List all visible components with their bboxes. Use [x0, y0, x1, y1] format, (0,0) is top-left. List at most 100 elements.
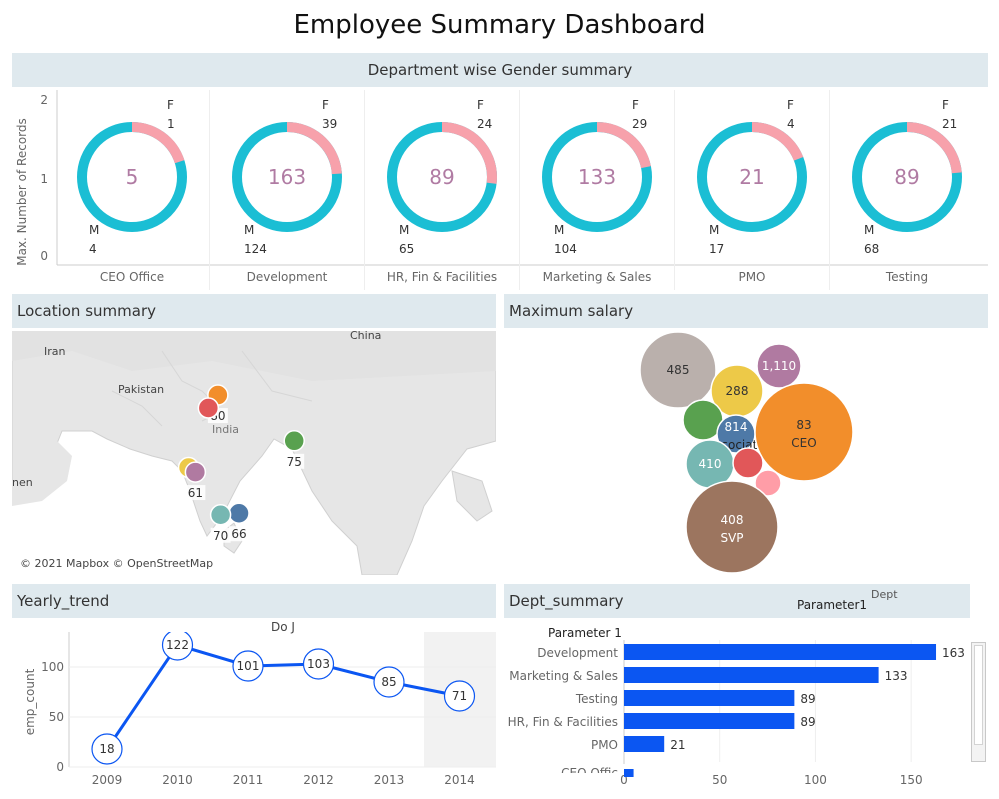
bar[interactable] [624, 713, 795, 729]
bar[interactable] [624, 769, 634, 777]
bar[interactable] [624, 736, 665, 752]
bar-category-label: Testing [575, 692, 618, 706]
map-point[interactable] [197, 397, 220, 419]
bar-value-label: 21 [670, 738, 685, 752]
donut-total: 21 [739, 165, 764, 189]
yearly-y-axis-label: emp_count [23, 668, 37, 735]
dept-dept-title: Dept [871, 588, 898, 601]
map-point-label: 61 [188, 486, 203, 500]
donut-f-label: F [477, 98, 484, 112]
line-series-path [105, 643, 460, 750]
dept-scrollbar-thumb[interactable] [974, 645, 983, 745]
donut-category-label: Development [247, 270, 328, 284]
salary-bubble-name: CEO [791, 436, 816, 450]
donut-total: 133 [578, 165, 616, 189]
donut-f-label: F [632, 98, 639, 112]
bar-category-label: PMO [591, 738, 618, 752]
gender-y-axis-label: Max. Number of Records [15, 118, 29, 266]
salary-bubble-value: 485 [667, 363, 690, 377]
dept-bar-chart: 0 50 100 150 Development 163Marketing & Sale… [508, 640, 965, 787]
donut-total: 5 [126, 165, 139, 189]
bar-value-label: 133 [885, 669, 908, 683]
bar-value-label: 89 [800, 715, 815, 729]
map-point[interactable] [228, 502, 250, 524]
salary-bubble-value: 814 [725, 420, 748, 434]
donut-category-label: PMO [738, 270, 765, 284]
page-title: Employee Summary Dashboard [293, 10, 706, 40]
donut-total: 89 [894, 165, 919, 189]
salary-bubble-value: 408 [721, 513, 744, 527]
salary-bubble[interactable] [754, 382, 854, 482]
donut-m-label: M [244, 223, 254, 237]
map-point[interactable] [184, 461, 207, 483]
donut-f-value: 29 [632, 117, 647, 131]
bar[interactable] [624, 690, 795, 706]
map-attribution: © 2021 Mapbox © OpenStreetMap [20, 557, 214, 570]
donut-category-label: CEO Office [100, 270, 164, 284]
donut-m-value: 104 [554, 242, 577, 256]
gender-section-header: Department wise Gender summary [12, 53, 988, 87]
salary-bubble-value: 288 [726, 384, 749, 398]
line-y-tick: 100 [41, 660, 64, 674]
salary-bubble-value: 410 [699, 457, 722, 471]
dept-parameter-label: Parameter 1 [548, 626, 622, 640]
map-point-label: 66 [231, 527, 246, 541]
bar-value-label: 89 [800, 692, 815, 706]
donut-m-value: 4 [89, 242, 97, 256]
bar-category-label: CEO Offic [561, 766, 618, 780]
donut-category-label: Marketing & Sales [543, 270, 652, 284]
dept-scrollbar[interactable] [971, 642, 986, 762]
line-point-label: 18 [99, 742, 114, 756]
dept-section-header: Dept_summary [504, 584, 970, 618]
donut-f-label: F [322, 98, 329, 112]
bar-category-label: HR, Fin & Facilities [508, 715, 618, 729]
line-point-label: 85 [381, 675, 396, 689]
gender-donut-chart: Max. Number of Records 2 1 0 5F1M4CEO Of… [15, 90, 988, 290]
yearly-line-chart: emp_count 0 50 100 2009 2010 2011 2012 2013 2014… [23, 632, 496, 787]
line-x-tick: 2010 [162, 773, 193, 787]
salary-bubble-name: SVP [720, 531, 743, 545]
line-x-tick: 2013 [374, 773, 405, 787]
bar-value-label: 163 [942, 646, 965, 660]
salary-bubble-chart: 485 1,110288814Associate83CEO410408SVP [639, 331, 854, 574]
donut-total: 163 [268, 165, 306, 189]
bar-category-label: Development [537, 646, 618, 660]
bar[interactable] [624, 667, 879, 683]
donut-category-label: HR, Fin & Facilities [387, 270, 497, 284]
salary-bubble-value: 1,110 [762, 359, 796, 373]
donut-m-label: M [709, 223, 719, 237]
donut-m-value: 65 [399, 242, 414, 256]
donut-m-label: M [864, 223, 874, 237]
location-section-header: Location summary [12, 294, 496, 328]
map-point[interactable] [209, 504, 232, 526]
line-point-label: 122 [166, 638, 189, 652]
line-x-tick: 2014 [444, 773, 475, 787]
line-y-tick: 0 [56, 760, 64, 774]
line-x-tick: 2011 [233, 773, 264, 787]
map-point-label: 70 [213, 529, 228, 543]
donut-m-value: 124 [244, 242, 267, 256]
donut-category-label: Testing [885, 270, 928, 284]
map-points: 8075616670 [177, 384, 305, 543]
location-map[interactable]: Iran Pakistan China India nen 80 75 61 66 70… [12, 331, 496, 575]
map-point[interactable] [283, 430, 305, 452]
donut-m-value: 17 [709, 242, 724, 256]
donut-m-label: M [399, 223, 409, 237]
line-point-label: 71 [452, 689, 467, 703]
bar[interactable] [624, 644, 937, 660]
line-y-tick: 50 [49, 710, 64, 724]
donut-total: 89 [429, 165, 454, 189]
dept-parameter-title: Parameter1 [797, 598, 868, 612]
line-point-label: 101 [237, 659, 260, 673]
salary-bubble[interactable] [685, 480, 779, 574]
bar-x-tick: 150 [900, 773, 923, 787]
donut-f-label: F [942, 98, 949, 112]
donut-f-label: F [787, 98, 794, 112]
line-x-tick: 2009 [92, 773, 123, 787]
donut-m-value: 68 [864, 242, 879, 256]
salary-bubble-value: 83 [796, 418, 811, 432]
donut-f-label: F [167, 98, 174, 112]
donut-f-value: 24 [477, 117, 492, 131]
line-point-label: 103 [307, 657, 330, 671]
donut-f-value: 21 [942, 117, 957, 131]
